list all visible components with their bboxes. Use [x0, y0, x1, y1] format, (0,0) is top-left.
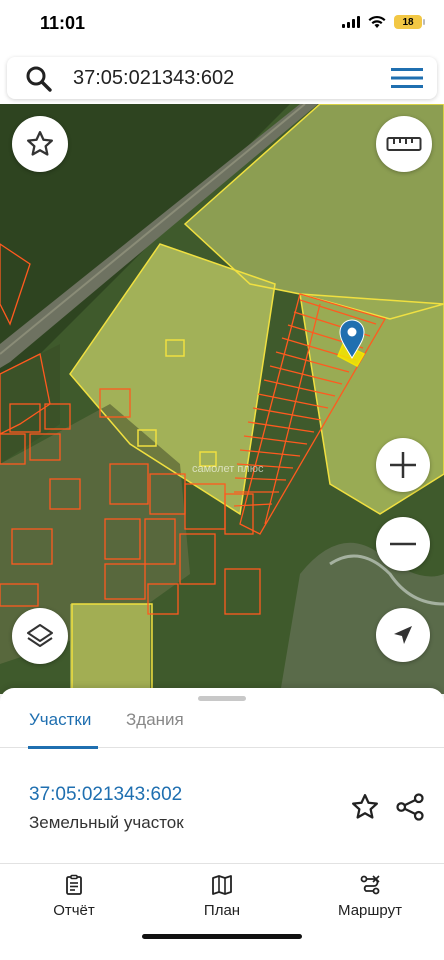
my-location-button[interactable]: [376, 608, 430, 662]
status-time: 11:01: [40, 13, 86, 33]
hamburger-menu-icon[interactable]: [391, 66, 423, 90]
share-icon[interactable]: [395, 792, 425, 822]
battery-icon: 18: [394, 15, 425, 29]
nav-route-label: Маршрут: [338, 902, 402, 919]
parcel-type-label: Земельный участок: [29, 813, 184, 832]
status-bar: 11:01 18: [0, 0, 444, 50]
ruler-icon: [386, 137, 422, 151]
route-icon: [360, 875, 380, 895]
minus-icon: [390, 542, 416, 546]
home-indicator[interactable]: [142, 934, 302, 939]
map-watermark: самолет плюс: [192, 463, 264, 475]
cadastral-number-link[interactable]: 37:05:021343:602: [29, 784, 182, 806]
panel-tabs: Участки Здания: [0, 702, 444, 749]
zoom-out-button[interactable]: [376, 517, 430, 571]
wifi-icon: [368, 15, 386, 28]
measure-button[interactable]: [376, 116, 432, 172]
nav-report-label: Отчёт: [53, 902, 95, 919]
tab-plots[interactable]: Участки: [29, 710, 91, 730]
star-icon[interactable]: [350, 792, 380, 822]
nav-plan-label: План: [203, 902, 241, 919]
report-icon: [66, 874, 82, 895]
satellite-map[interactable]: самолет плюс: [0, 104, 444, 694]
panel-drag-handle[interactable]: [198, 696, 246, 701]
search-icon[interactable]: [25, 65, 53, 93]
result-item[interactable]: 37:05:021343:602 Земельный участок: [0, 748, 444, 864]
map-imagery[interactable]: [0, 104, 444, 694]
star-icon: [27, 131, 53, 156]
results-panel: Участки Здания 37:05:021343:602 Земельны…: [0, 688, 444, 960]
zoom-in-button[interactable]: [376, 438, 430, 492]
search-input[interactable]: 37:05:021343:602: [73, 67, 234, 90]
navigation-arrow-icon: [394, 626, 412, 644]
tab-buildings[interactable]: Здания: [126, 710, 184, 730]
plus-icon: [390, 452, 416, 478]
nav-route[interactable]: Маршрут: [315, 874, 425, 919]
nav-plan[interactable]: План: [167, 874, 277, 919]
bottom-navigation: Отчёт План Маршрут: [0, 864, 444, 934]
map-icon: [212, 875, 232, 895]
cellular-signal-icon: [342, 16, 360, 28]
nav-report[interactable]: Отчёт: [19, 874, 129, 919]
layers-icon: [27, 624, 53, 647]
layers-button[interactable]: [12, 608, 68, 664]
search-bar[interactable]: 37:05:021343:602: [7, 57, 437, 99]
status-icons: 18: [342, 15, 425, 29]
favorite-button[interactable]: [12, 116, 68, 172]
